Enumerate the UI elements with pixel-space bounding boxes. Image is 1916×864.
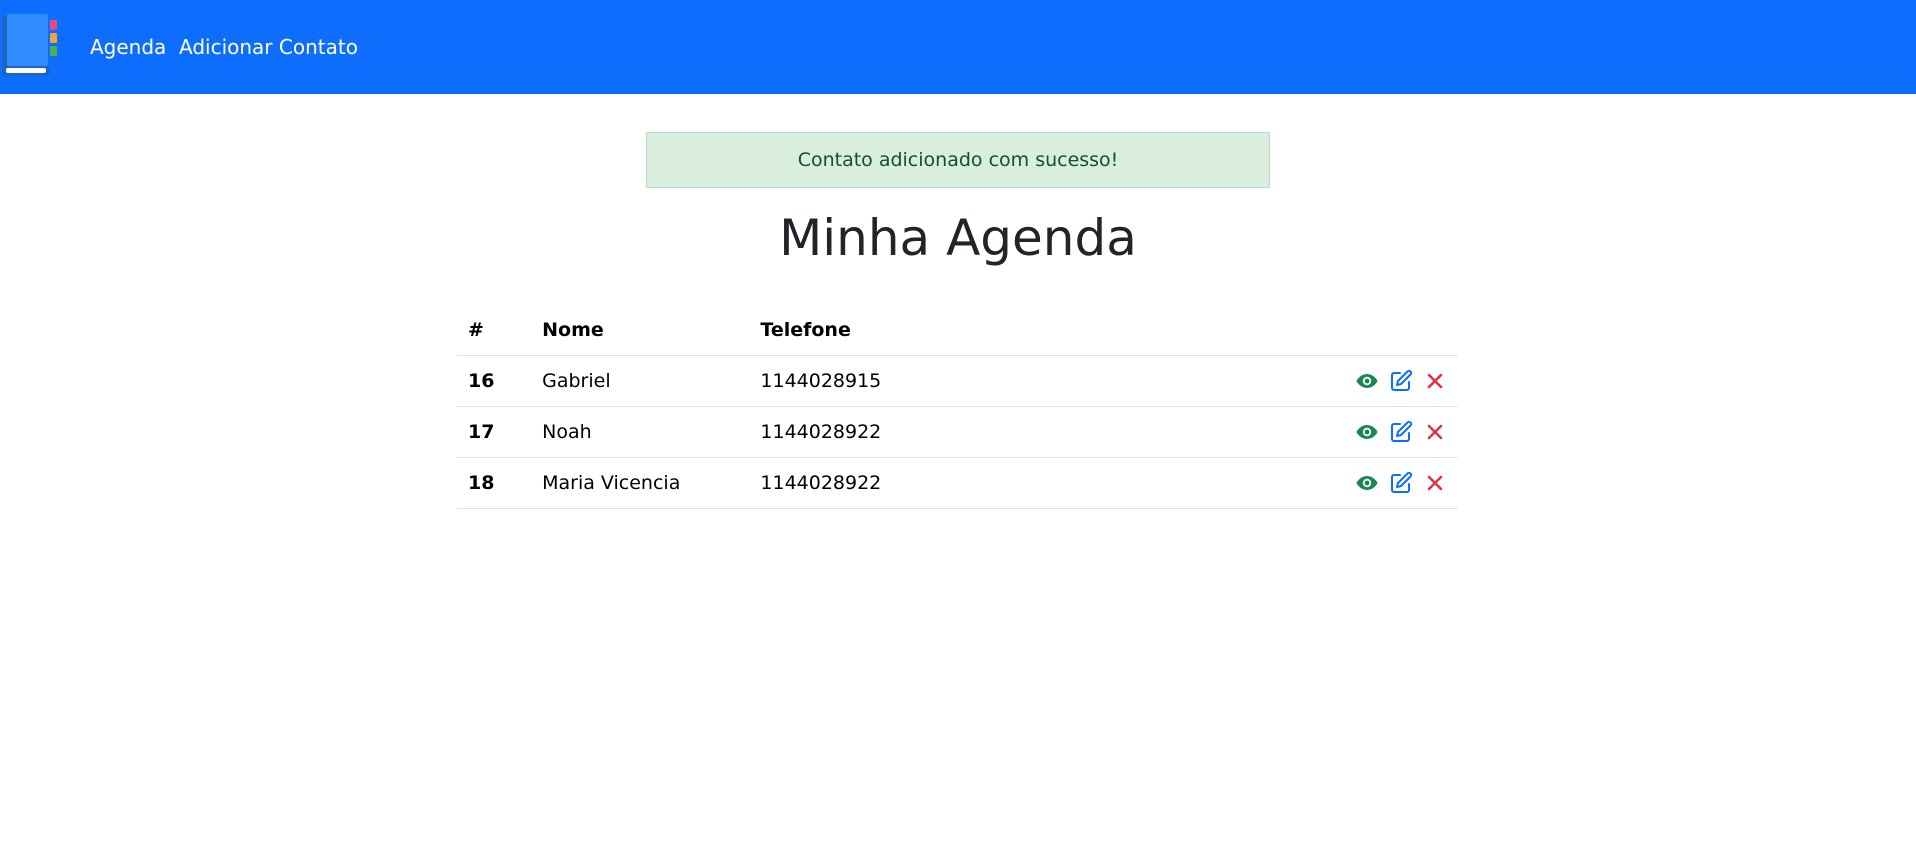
success-alert: Contato adicionado com sucesso! bbox=[646, 132, 1270, 188]
nav-link-agenda[interactable]: Agenda bbox=[90, 34, 166, 60]
contact-nome: Noah bbox=[531, 406, 750, 458]
header-id: # bbox=[457, 305, 532, 356]
table-row: 16 Gabriel 1144028915 bbox=[457, 355, 1458, 407]
contact-telefone: 1144028922 bbox=[749, 457, 992, 509]
navbar: Agenda Adicionar Contato bbox=[0, 0, 1916, 94]
contact-telefone: 1144028922 bbox=[749, 406, 992, 458]
table-row: 17 Noah 1144028922 bbox=[457, 406, 1458, 458]
eye-icon[interactable] bbox=[1355, 420, 1379, 444]
close-icon[interactable] bbox=[1423, 369, 1447, 393]
contact-id: 16 bbox=[457, 355, 532, 407]
edit-icon[interactable] bbox=[1389, 471, 1413, 495]
edit-icon[interactable] bbox=[1389, 369, 1413, 393]
row-actions bbox=[992, 355, 1458, 407]
contact-nome: Gabriel bbox=[531, 355, 750, 407]
header-actions bbox=[992, 305, 1458, 356]
contact-telefone: 1144028915 bbox=[749, 355, 992, 407]
contact-id: 18 bbox=[457, 457, 532, 509]
header-telefone: Telefone bbox=[749, 305, 992, 356]
eye-icon[interactable] bbox=[1355, 369, 1379, 393]
page-title: Minha Agenda bbox=[779, 209, 1137, 267]
row-actions bbox=[992, 457, 1458, 509]
table-header-row: # Nome Telefone bbox=[457, 305, 1458, 356]
contacts-table: # Nome Telefone 16 Gabriel 1144028915 17 Noa… bbox=[457, 305, 1458, 509]
row-actions bbox=[992, 406, 1458, 458]
edit-icon[interactable] bbox=[1389, 420, 1413, 444]
contact-id: 17 bbox=[457, 406, 532, 458]
table-row: 18 Maria Vicencia 1144028922 bbox=[457, 457, 1458, 509]
close-icon[interactable] bbox=[1423, 420, 1447, 444]
alert-message: Contato adicionado com sucesso! bbox=[797, 149, 1119, 171]
address-book-icon[interactable] bbox=[0, 12, 62, 80]
header-nome: Nome bbox=[531, 305, 750, 356]
close-icon[interactable] bbox=[1423, 471, 1447, 495]
nav-link-adicionar-contato[interactable]: Adicionar Contato bbox=[179, 34, 358, 60]
eye-icon[interactable] bbox=[1355, 471, 1379, 495]
contacts-table-wrapper: # Nome Telefone 16 Gabriel 1144028915 17 Noa… bbox=[457, 305, 1458, 509]
contact-nome: Maria Vicencia bbox=[531, 457, 750, 509]
